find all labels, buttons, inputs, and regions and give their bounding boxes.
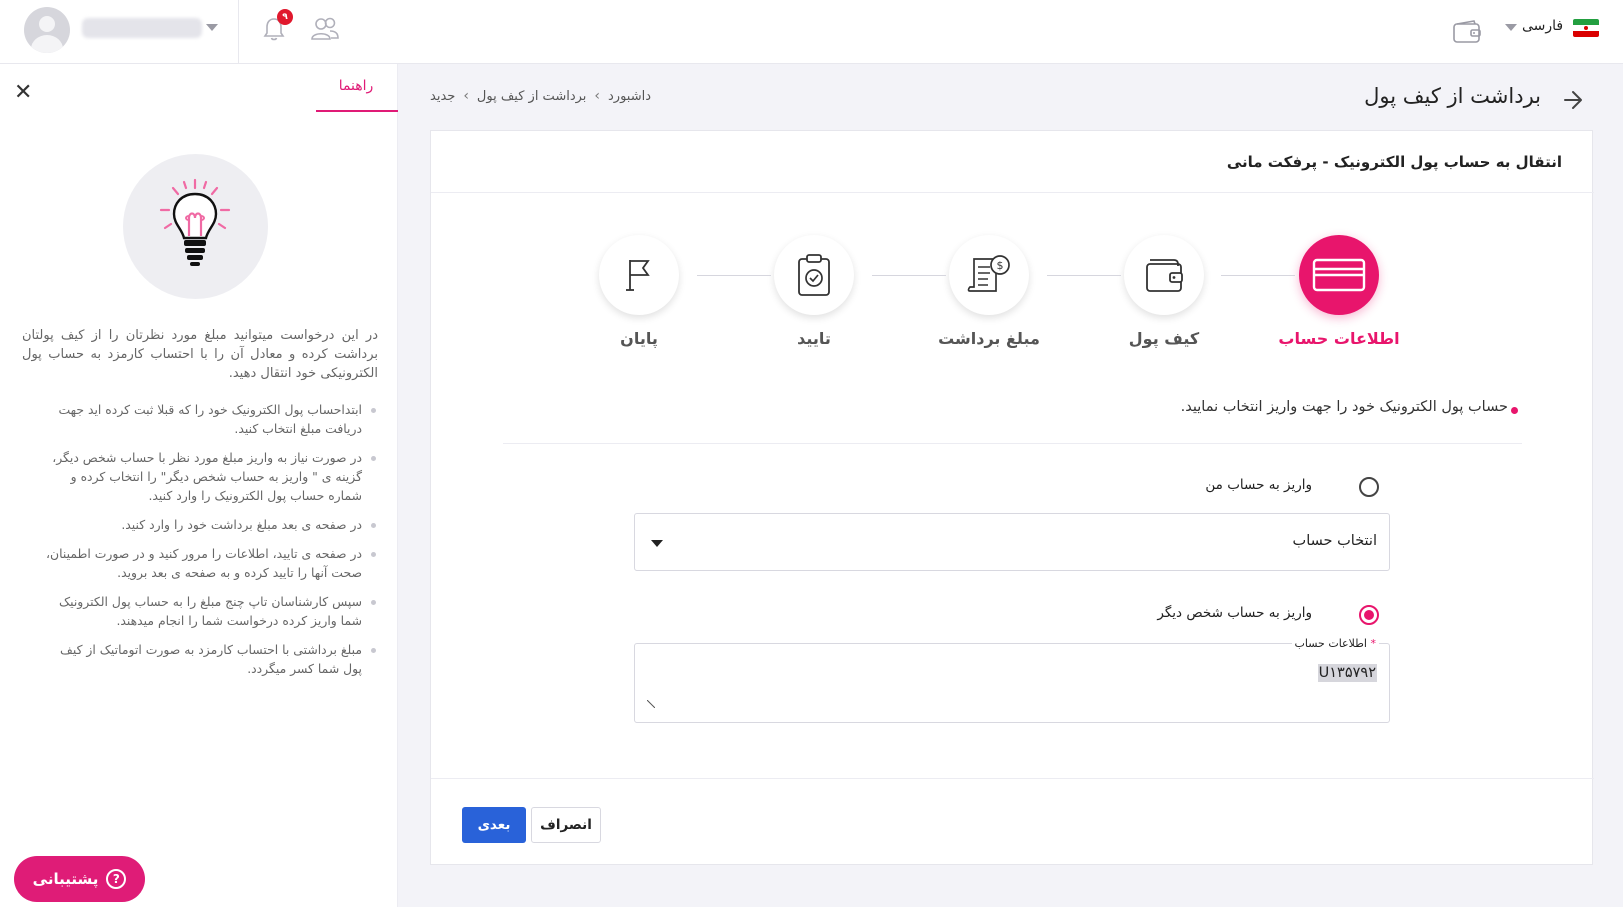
step-finish	[599, 235, 679, 315]
list-item: ابتداحساب پول الکترونیک خود را که قبلا ث…	[40, 400, 376, 438]
account-info-label: * اطلاعات حساب	[1291, 637, 1379, 650]
step-connector	[1047, 275, 1121, 276]
account-select-value: انتخاب حساب	[1292, 533, 1377, 549]
notification-badge: ۹	[277, 9, 293, 25]
step-confirm	[774, 235, 854, 315]
clipboard-check-icon	[798, 254, 830, 296]
divider	[238, 0, 239, 64]
bullet-dot	[1511, 407, 1518, 414]
page-title: برداشت از کیف پول	[1364, 84, 1541, 108]
guide-intro-text: در این درخواست میتوانید مبلغ مورد نظرتان…	[22, 328, 378, 381]
list-item: سپس کارشناسان تاپ چنج مبلغ را به حساب پو…	[40, 592, 376, 630]
tab-active-indicator	[316, 110, 398, 112]
cancel-button[interactable]: انصراف	[531, 807, 601, 843]
users-icon[interactable]	[310, 16, 340, 42]
step-connector	[1221, 275, 1295, 276]
radio-other-account[interactable]	[1359, 605, 1379, 625]
divider	[431, 192, 1594, 193]
withdraw-card: انتقال به حساب پول الکترونیک - پرفکت مان…	[430, 130, 1594, 865]
next-button[interactable]: بعدی	[462, 807, 526, 843]
lightbulb-icon	[159, 178, 231, 266]
radio-my-account-label[interactable]: واریز به حساب من	[1205, 477, 1312, 493]
avatar[interactable]	[24, 7, 70, 53]
support-button[interactable]: پشتیبانی ?	[14, 856, 145, 902]
step-label-wallet: کیف پول	[1128, 329, 1200, 348]
step-amount: $	[949, 235, 1029, 315]
top-bar: username ۹ فارسی	[0, 0, 1623, 64]
step-label-confirm: تایید	[797, 329, 831, 348]
divider	[431, 778, 1594, 779]
step-label-account-info: اطلاعات حساب	[1278, 329, 1400, 348]
account-info-textarea[interactable]: * اطلاعات حساب U۱۳۵۷۹۲	[634, 637, 1390, 723]
chevron-left-icon: ›	[463, 88, 469, 104]
arrow-right-icon[interactable]	[1562, 90, 1584, 110]
lightbulb-illustration	[123, 154, 268, 299]
divider	[503, 443, 1522, 444]
support-label: پشتیبانی	[32, 870, 99, 888]
account-info-value[interactable]: U۱۳۵۷۹۲	[1317, 664, 1377, 682]
list-item: در صفحه ی بعد مبلغ برداشت خود را وارد کن…	[40, 515, 376, 534]
list-item: مبلغ برداشتی با احتساب کارمزد به صورت ات…	[40, 640, 376, 678]
caret-down-icon	[651, 540, 663, 547]
help-icon: ?	[106, 869, 127, 889]
invoice-icon: $	[967, 255, 1010, 292]
close-icon[interactable]: ✕	[14, 82, 32, 104]
account-info-label-text: اطلاعات حساب	[1294, 637, 1367, 650]
language-selector[interactable]: فارسی	[1522, 18, 1563, 34]
breadcrumb-new: جدید	[430, 88, 456, 104]
required-asterisk: *	[1370, 637, 1377, 650]
language-dropdown-caret[interactable]	[1505, 24, 1517, 31]
card-icon	[1312, 258, 1366, 292]
chevron-left-icon: ›	[594, 88, 601, 104]
list-item: در صورت نیاز به واریز مبلغ مورد نظر با ح…	[40, 448, 376, 505]
username[interactable]: username	[82, 18, 202, 38]
guide-list: ابتداحساب پول الکترونیک خود را که قبلا ث…	[40, 400, 376, 688]
step-label-amount: مبلغ برداشت	[938, 329, 1040, 348]
svg-text:$: $	[997, 259, 1004, 272]
step-label-finish: پایان	[620, 329, 658, 348]
chevron-down-icon[interactable]	[206, 24, 218, 31]
iran-flag-icon[interactable]	[1573, 19, 1599, 37]
list-item: در صفحه ی تایید، اطلاعات را مرور کنید و …	[40, 544, 376, 582]
step-wallet	[1124, 235, 1204, 315]
breadcrumb-withdraw[interactable]: برداشت از کیف پول	[477, 89, 586, 104]
wallet-icon[interactable]	[1452, 20, 1482, 44]
breadcrumb: داشبورد › برداشت از کیف پول › جدید	[430, 88, 651, 104]
breadcrumb-dashboard[interactable]: داشبورد	[608, 89, 651, 104]
step-connector	[697, 275, 771, 276]
tab-guide[interactable]: راهنما	[316, 78, 396, 112]
instruction-text: حساب پول الکترونیک خود را جهت واریز انتخ…	[1180, 399, 1508, 415]
step-account-info	[1299, 235, 1379, 315]
flag-icon	[626, 260, 650, 291]
radio-my-account[interactable]	[1359, 477, 1379, 497]
step-connector	[872, 275, 946, 276]
resize-grip-icon[interactable]	[647, 700, 655, 708]
radio-other-account-label[interactable]: واریز به حساب شخص دیگر	[1157, 605, 1312, 621]
account-select[interactable]: انتخاب حساب	[634, 513, 1390, 571]
wallet-icon	[1146, 259, 1183, 292]
guide-panel: ✕ راهنما در این درخواست میتوانید مبلغ مو…	[0, 64, 398, 907]
card-title: انتقال به حساب پول الکترونیک - پرفکت مان…	[1226, 153, 1562, 171]
